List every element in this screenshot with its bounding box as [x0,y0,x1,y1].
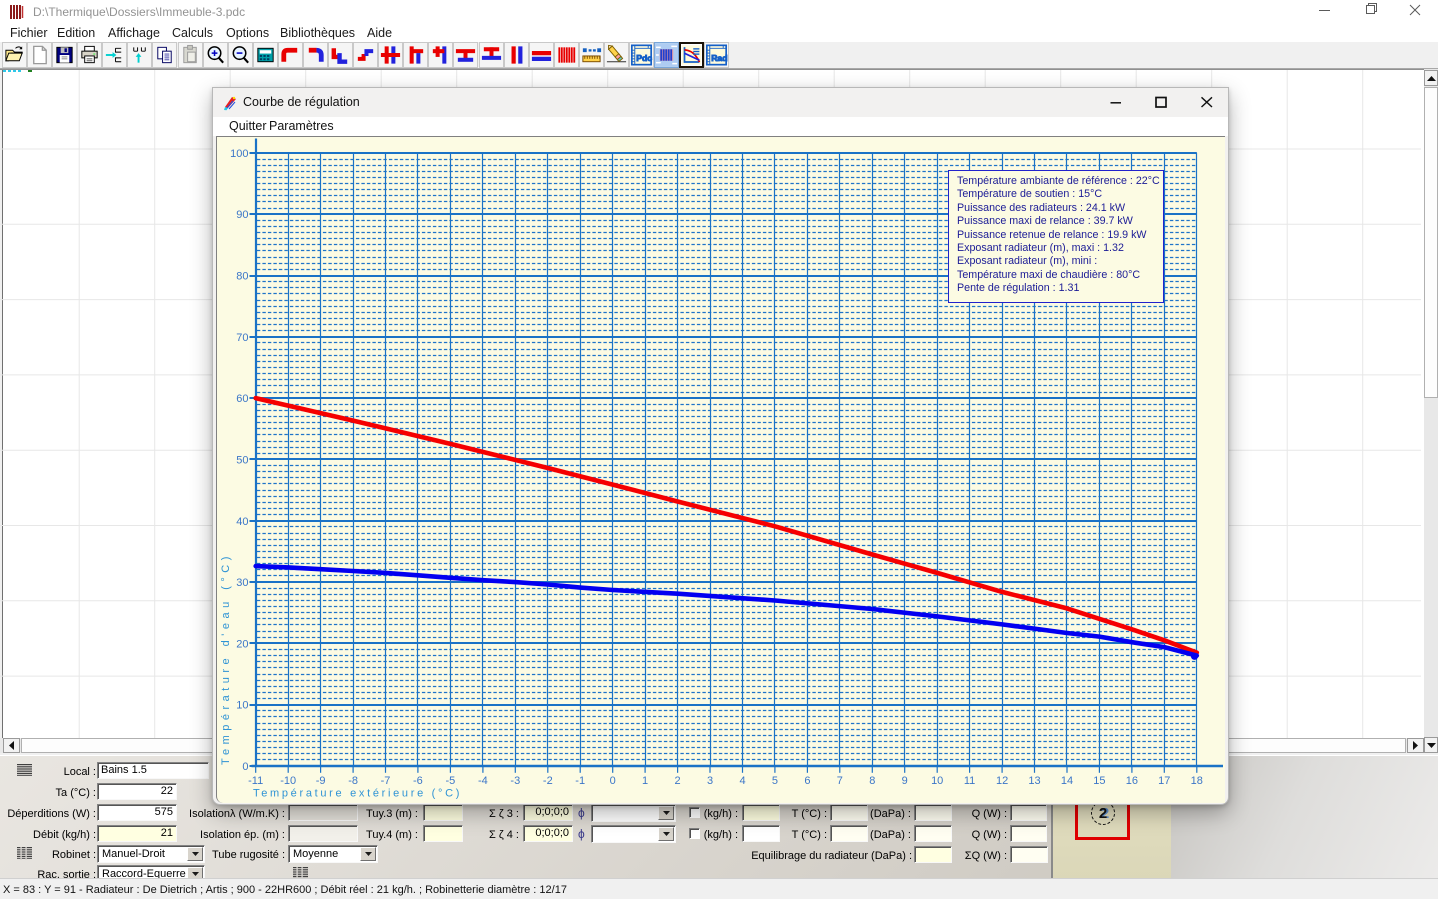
svg-text:2: 2 [675,775,681,787]
svg-text:4: 4 [739,775,745,787]
svg-text:11: 11 [964,775,975,787]
svg-text:-8: -8 [348,775,358,787]
svg-text:9: 9 [902,775,908,787]
svg-text:100: 100 [230,148,248,160]
svg-text:10: 10 [236,700,248,712]
svg-text:-9: -9 [316,775,326,787]
svg-text:-4: -4 [478,775,488,787]
svg-text:1: 1 [642,775,648,787]
svg-text:15: 15 [1093,775,1105,787]
svg-text:-10: -10 [280,775,296,787]
svg-text:13: 13 [1028,775,1040,787]
svg-text:-2: -2 [543,775,553,787]
svg-text:40: 40 [236,516,248,528]
svg-text:14: 14 [1061,775,1073,787]
svg-text:7: 7 [837,775,843,787]
svg-text:-7: -7 [381,775,391,787]
svg-text:30: 30 [236,577,248,589]
svg-text:70: 70 [236,332,248,344]
svg-text:Température extérieure (°C): Température extérieure (°C) [253,788,462,800]
svg-text:3: 3 [707,775,713,787]
svg-text:50: 50 [236,454,248,466]
svg-text:-6: -6 [413,775,423,787]
svg-text:18: 18 [1191,775,1203,787]
svg-text:-5: -5 [446,775,456,787]
svg-text:8: 8 [869,775,875,787]
svg-text:-11: -11 [248,775,263,787]
svg-text:80: 80 [236,271,248,283]
svg-text:6: 6 [804,775,810,787]
svg-text:20: 20 [236,638,248,650]
svg-text:90: 90 [236,209,248,221]
svg-text:-1: -1 [575,775,585,787]
svg-text:Température d'eau (°C): Température d'eau (°C) [220,552,232,765]
svg-text:17: 17 [1158,775,1170,787]
svg-text:12: 12 [996,775,1008,787]
svg-text:16: 16 [1126,775,1138,787]
svg-text:60: 60 [236,393,248,405]
svg-text:0: 0 [242,761,248,773]
svg-text:10: 10 [931,775,943,787]
svg-text:5: 5 [772,775,778,787]
svg-text:0: 0 [610,775,616,787]
svg-text:-3: -3 [510,775,520,787]
